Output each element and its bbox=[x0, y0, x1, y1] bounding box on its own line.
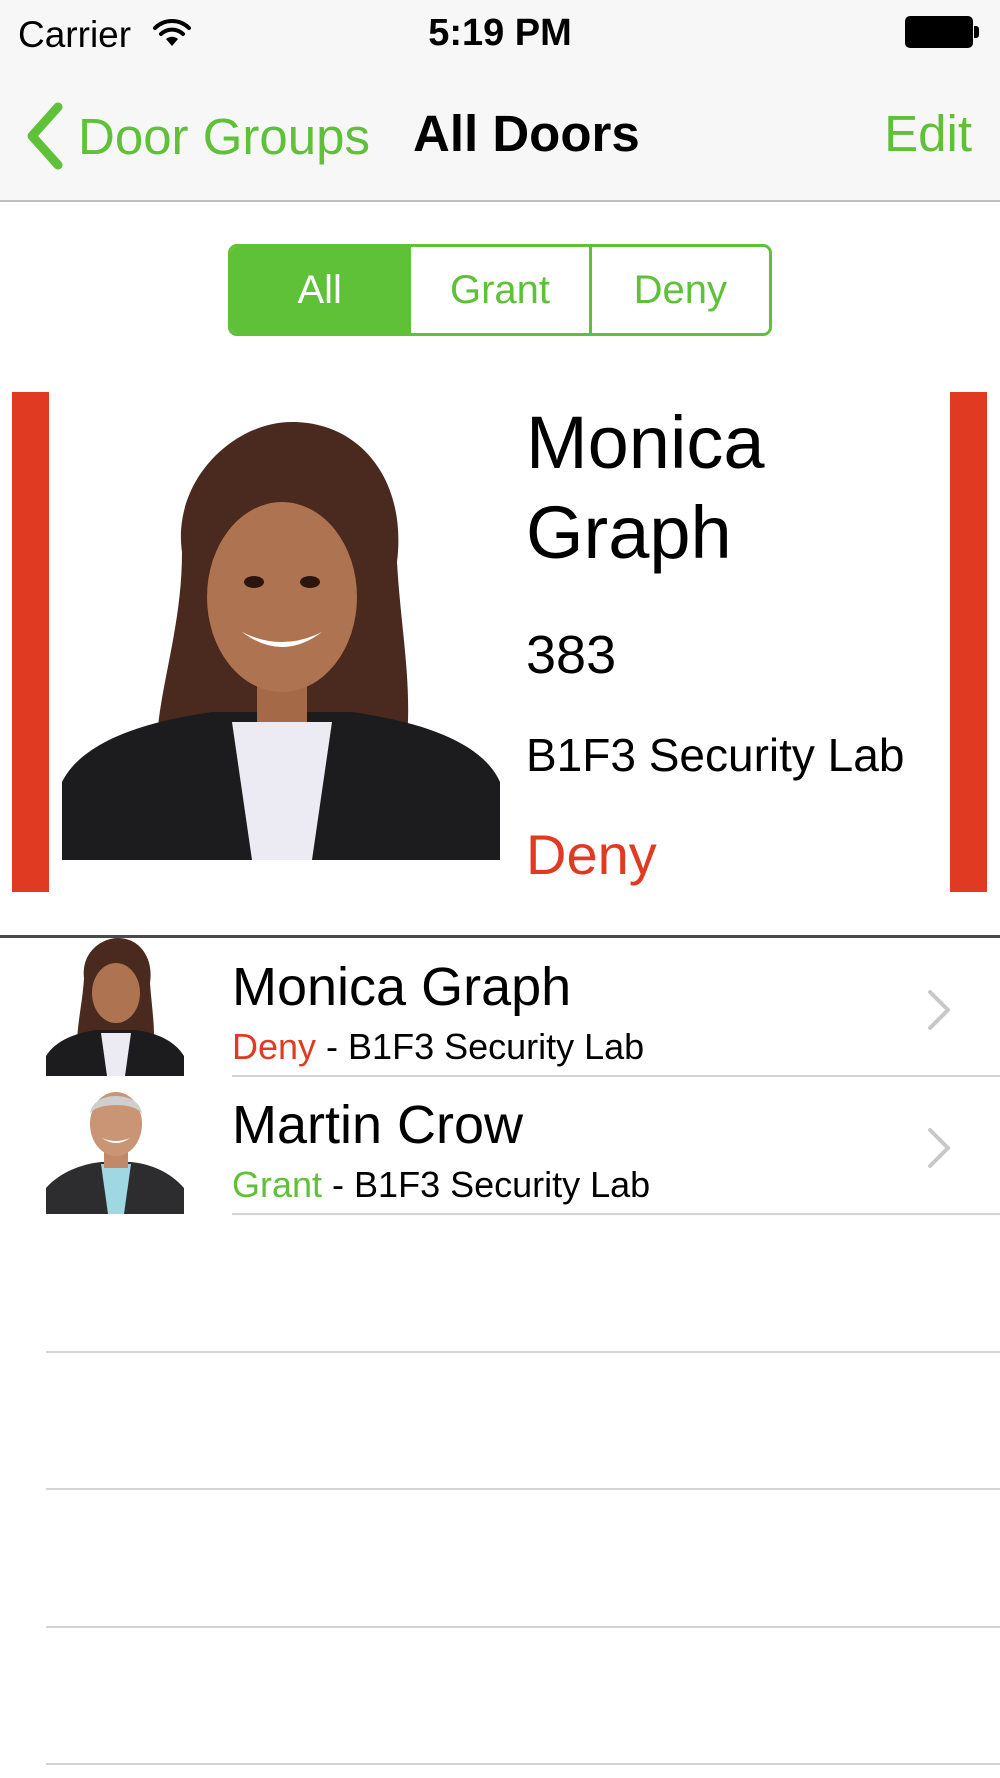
segment-grant[interactable]: Grant bbox=[408, 247, 589, 333]
featured-door-name: B1F3 Security Lab bbox=[526, 729, 905, 781]
page-title: All Doors bbox=[413, 105, 640, 162]
featured-status: Deny bbox=[526, 823, 657, 886]
featured-person-photo bbox=[62, 422, 500, 860]
navigation-bar: Door Groups All Doors Edit bbox=[0, 68, 1000, 202]
chevron-left-icon bbox=[27, 102, 63, 170]
list-item-status: Grant bbox=[232, 1164, 323, 1205]
row-divider bbox=[232, 1213, 1000, 1215]
empty-row-divider bbox=[46, 1763, 1000, 1765]
deny-indicator-left bbox=[12, 392, 49, 892]
chevron-right-icon bbox=[928, 990, 950, 1030]
empty-row-divider bbox=[46, 1488, 1000, 1490]
status-bar: Carrier 5:19 PM bbox=[0, 0, 1000, 68]
chevron-right-icon bbox=[928, 1128, 950, 1168]
segment-deny[interactable]: Deny bbox=[588, 247, 769, 333]
list-item-separator: - bbox=[322, 1164, 355, 1205]
edit-button[interactable]: Edit bbox=[884, 104, 972, 163]
avatar bbox=[46, 938, 184, 1076]
list-item-status: Deny bbox=[232, 1026, 317, 1067]
list-item-name: Martin Crow bbox=[232, 1095, 524, 1155]
list-item[interactable]: Monica Graph Deny - B1F3 Security Lab bbox=[0, 938, 1000, 1076]
avatar bbox=[46, 1076, 184, 1214]
battery-icon bbox=[905, 16, 979, 50]
list-item-door: B1F3 Security Lab bbox=[354, 1164, 651, 1205]
filter-segmented-control: All Grant Deny bbox=[228, 244, 772, 336]
featured-name: Monica Graph bbox=[526, 401, 765, 574]
list-item-subtitle: Grant - B1F3 Security Lab bbox=[232, 1164, 650, 1206]
segment-all[interactable]: All bbox=[231, 247, 409, 333]
list-item-separator: - bbox=[316, 1026, 349, 1067]
list-item-name: Monica Graph bbox=[232, 957, 572, 1017]
status-time: 5:19 PM bbox=[428, 12, 572, 54]
deny-indicator-right bbox=[950, 392, 987, 892]
empty-row-divider bbox=[46, 1626, 1000, 1628]
featured-room-number: 383 bbox=[526, 625, 617, 685]
empty-row-divider bbox=[46, 1351, 1000, 1353]
list-item-subtitle: Deny - B1F3 Security Lab bbox=[232, 1026, 644, 1068]
back-button[interactable]: Door Groups bbox=[24, 96, 370, 176]
back-button-label: Door Groups bbox=[78, 107, 370, 165]
list-item[interactable]: Martin Crow Grant - B1F3 Security Lab bbox=[0, 1076, 1000, 1214]
list-item-door: B1F3 Security Lab bbox=[348, 1026, 645, 1067]
